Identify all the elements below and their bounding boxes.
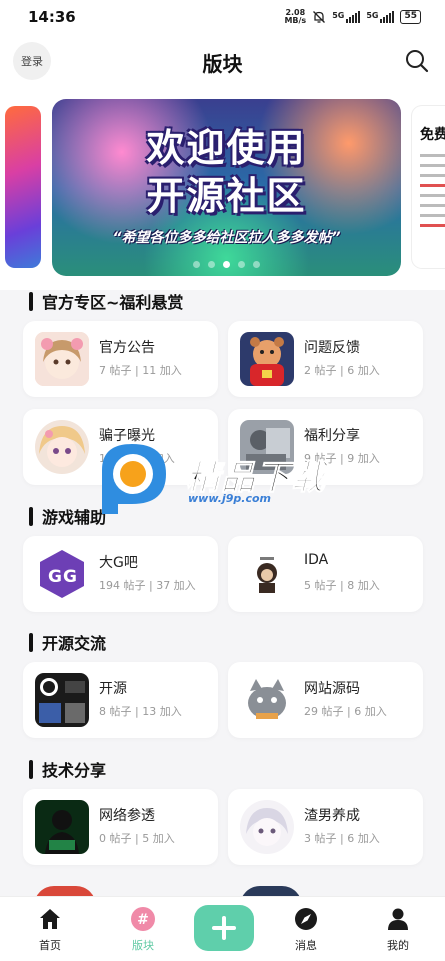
section-title-text: 游戏辅助 — [42, 508, 107, 527]
board-stats: 29 帖子 | 6 加入 — [304, 705, 387, 718]
carousel-dots — [52, 261, 401, 268]
board-name: IDA — [304, 552, 329, 568]
board-stats: 3 帖子 | 6 加入 — [304, 832, 380, 845]
board-card-feedback[interactable]: 问题反馈 2 帖子 | 6 加入 — [228, 321, 423, 397]
banner-slide-next[interactable]: 免费 — [412, 106, 445, 268]
board-name: 骗子曝光 — [99, 428, 155, 444]
board-avatar-ida-logo — [240, 547, 294, 601]
svg-text:#: # — [137, 912, 149, 928]
signal-strength-icon-2: 5G — [366, 11, 395, 23]
header: 登录 版块 — [0, 34, 445, 90]
home-icon — [40, 909, 60, 929]
board-name: 网络参透 — [99, 808, 155, 824]
network-speed-unit: MB/s — [284, 16, 307, 25]
board-card-scumbag[interactable]: 渣男养成 3 帖子 | 6 加入 — [228, 789, 423, 865]
tab-label: 版块 — [132, 939, 154, 952]
status-time: 14:36 — [28, 8, 76, 26]
section-title-text: 官方专区~福利悬赏 — [42, 293, 184, 312]
board-name: 问题反馈 — [304, 340, 360, 356]
board-name: 大G吧 — [99, 555, 138, 571]
section-title-tech-share: 技术分享 — [29, 757, 106, 781]
section-title-text: 技术分享 — [42, 761, 107, 780]
person-icon — [388, 908, 408, 930]
section-bar — [29, 632, 33, 652]
section-bar — [29, 291, 33, 311]
banner-carousel[interactable]: 欢迎使用 开源社区 “希望各位多多给社区拉人多多发帖” 免费 — [0, 90, 445, 290]
tab-label: 首页 — [39, 939, 61, 952]
tab-messages[interactable]: 消息 — [276, 897, 336, 961]
banner-slide-previous[interactable] — [5, 106, 41, 268]
hashtag-icon: # — [131, 907, 155, 931]
board-card-website-source[interactable]: 网站源码 29 帖子 | 6 加入 — [228, 662, 423, 738]
section-bar — [29, 759, 33, 779]
board-card-open-source[interactable]: 开源 8 帖子 | 13 加入 — [23, 662, 218, 738]
board-stats: 194 帖子 | 37 加入 — [99, 579, 196, 592]
compass-icon — [295, 908, 317, 930]
board-name: 渣男养成 — [304, 808, 360, 824]
tab-label: 我的 — [387, 939, 409, 952]
board-avatar-anime-girl — [35, 332, 89, 386]
mute-bell-icon — [313, 11, 326, 23]
board-avatar-anime-girl-2 — [35, 420, 89, 474]
board-card-official-notice[interactable]: 官方公告 7 帖子 | 11 加入 — [23, 321, 218, 397]
board-name: 开源 — [99, 681, 127, 697]
banner-next-title: 免费 — [420, 127, 445, 143]
banner-slide-welcome[interactable]: 欢迎使用 开源社区 “希望各位多多给社区拉人多多发帖” — [52, 99, 401, 276]
svg-text:G: G — [48, 567, 62, 587]
board-stats: 0 帖子 | 5 加入 — [99, 832, 175, 845]
board-avatar-engine-logos — [35, 673, 89, 727]
board-stats: 1 帖子 | 7 加入 — [99, 452, 175, 465]
watermark-url: www.j9p.com — [188, 492, 271, 505]
board-avatar-photo — [240, 420, 294, 474]
board-name: 福利分享 — [304, 428, 360, 444]
tab-profile[interactable]: 我的 — [368, 897, 428, 961]
page-title: 版块 — [202, 52, 243, 76]
board-avatar-gg-logo: GG — [35, 547, 89, 601]
section-title-official: 官方专区~福利悬赏 — [29, 289, 183, 313]
section-title-open-source: 开源交流 — [29, 630, 106, 654]
tab-label: 消息 — [295, 939, 317, 952]
board-avatar-cat — [240, 673, 294, 727]
network-speed: 2.08 MB/s — [284, 9, 306, 25]
board-avatar-hacker — [35, 800, 89, 854]
signal-strength-icon: 5G — [332, 11, 361, 23]
status-bar: 14:36 2.08 MB/s 5G 5G 55 — [0, 0, 445, 34]
board-name: 网站源码 — [304, 681, 360, 697]
search-icon[interactable] — [403, 47, 431, 75]
board-avatar-sketch-girl — [240, 800, 294, 854]
board-card-big-g[interactable]: GG 大G吧 194 帖子 | 37 加入 — [23, 536, 218, 612]
tab-boards[interactable]: # 版块 — [113, 897, 173, 961]
board-card-network-penetration[interactable]: 网络参透 0 帖子 | 5 加入 — [23, 789, 218, 865]
board-stats: 9 帖子 | 9 加入 — [304, 452, 380, 465]
board-stats: 2 帖子 | 6 加入 — [304, 364, 380, 377]
section-bar — [29, 506, 33, 526]
status-icons: 2.08 MB/s 5G 5G 55 — [284, 9, 421, 25]
plus-icon — [212, 916, 236, 940]
section-title-game-assist: 游戏辅助 — [29, 504, 106, 528]
battery-icon: 55 — [400, 10, 421, 24]
board-name: 官方公告 — [99, 340, 155, 356]
board-stats: 7 帖子 | 11 加入 — [99, 364, 182, 377]
banner-line2: 开源社区 — [146, 174, 307, 218]
create-post-button[interactable] — [194, 905, 254, 951]
board-card-scam-exposure[interactable]: 骗子曝光 1 帖子 | 7 加入 — [23, 409, 218, 485]
svg-text:G: G — [63, 567, 77, 587]
tab-home[interactable]: 首页 — [20, 897, 80, 961]
board-stats: 8 帖子 | 13 加入 — [99, 705, 182, 718]
banner-next-text-lines — [420, 154, 445, 227]
banner-line1: 欢迎使用 — [146, 126, 307, 170]
banner-subtitle: “希望各位多多给社区拉人多多发帖” — [112, 230, 341, 246]
board-card-ida[interactable]: IDA 5 帖子 | 8 加入 — [228, 536, 423, 612]
board-stats: 5 帖子 | 8 加入 — [304, 579, 380, 592]
board-card-welfare-share[interactable]: 福利分享 9 帖子 | 9 加入 — [228, 409, 423, 485]
board-avatar-red-bear — [240, 332, 294, 386]
section-title-text: 开源交流 — [42, 634, 107, 653]
